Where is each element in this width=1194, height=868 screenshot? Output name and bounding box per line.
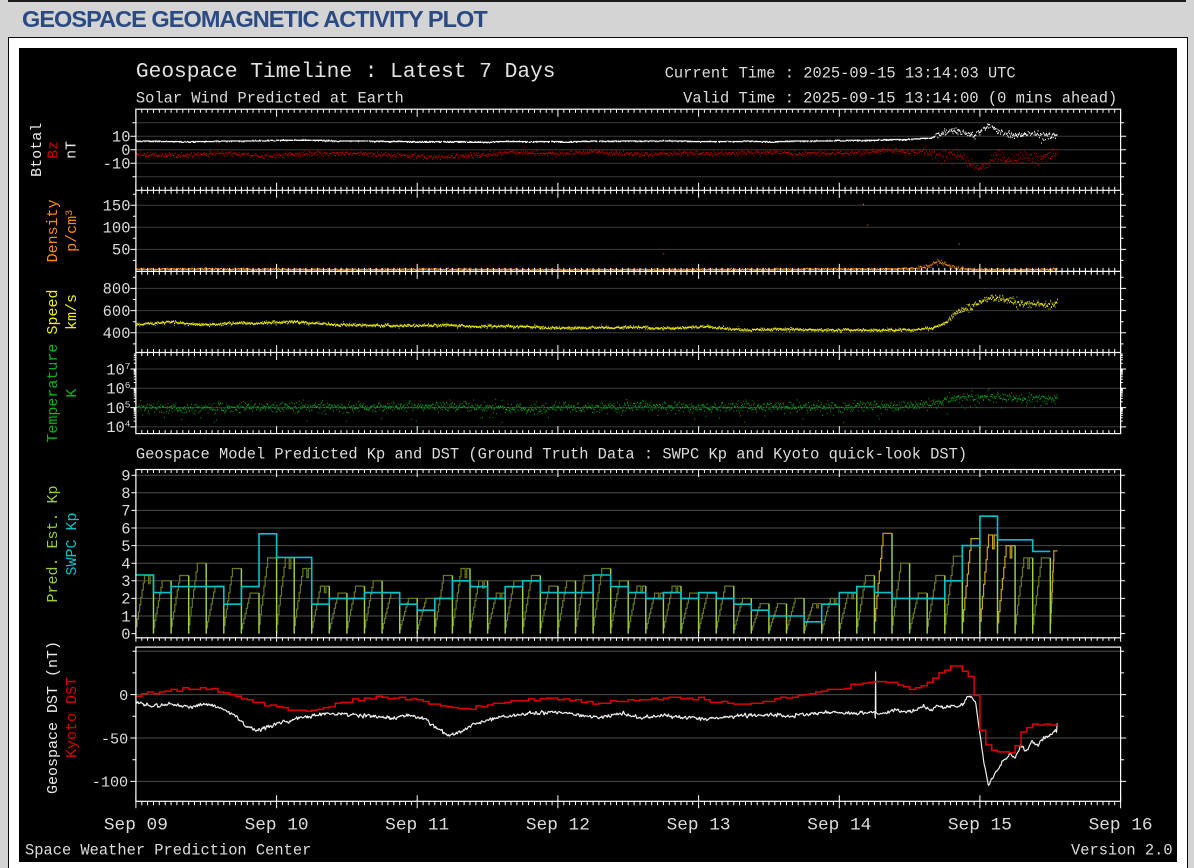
svg-text:Sep 11: Sep 11: [385, 816, 449, 836]
svg-text:Valid Time : 2025-09-15 13:14:: Valid Time : 2025-09-15 13:14:00 (0 mins…: [683, 90, 1117, 108]
svg-text:800: 800: [103, 281, 131, 299]
svg-text:4: 4: [121, 556, 130, 574]
svg-text:Sep 14: Sep 14: [807, 816, 871, 836]
svg-text:Solar Wind Predicted at Earth: Solar Wind Predicted at Earth: [136, 90, 404, 108]
svg-text:0: 0: [119, 687, 128, 705]
svg-text:50: 50: [112, 242, 131, 260]
svg-text:106: 106: [106, 380, 131, 399]
svg-text:-100: -100: [92, 774, 128, 792]
svg-text:Pred. Est. Kp: Pred. Est. Kp: [45, 485, 62, 602]
svg-text:K: K: [64, 389, 81, 398]
svg-text:7: 7: [121, 503, 130, 521]
svg-text:km/s: km/s: [64, 294, 81, 330]
svg-text:Sep 09: Sep 09: [104, 816, 168, 836]
svg-text:Geospace DST (nT): Geospace DST (nT): [45, 641, 62, 794]
svg-text:Sep 15: Sep 15: [948, 816, 1012, 836]
svg-text:-50: -50: [101, 730, 128, 748]
svg-text:-10: -10: [103, 156, 131, 174]
svg-text:100: 100: [103, 220, 131, 238]
svg-text:nT: nT: [64, 141, 81, 159]
svg-text:Kyoto DST: Kyoto DST: [64, 677, 81, 758]
svg-text:Temperature: Temperature: [45, 344, 62, 443]
svg-text:Sep 16: Sep 16: [1089, 816, 1153, 836]
svg-text:400: 400: [103, 325, 131, 343]
svg-text:107: 107: [106, 361, 130, 380]
svg-text:9: 9: [121, 468, 130, 486]
svg-text:Sep 12: Sep 12: [526, 816, 590, 836]
svg-text:2: 2: [121, 591, 130, 609]
svg-text:Space Weather Prediction Cente: Space Weather Prediction Center: [25, 842, 311, 860]
svg-text:Sep 10: Sep 10: [245, 816, 309, 836]
svg-text:105: 105: [106, 399, 131, 418]
svg-text:SWPC Kp: SWPC Kp: [64, 512, 81, 575]
svg-text:104: 104: [106, 419, 131, 438]
svg-text:Bz: Bz: [46, 141, 63, 159]
svg-text:3: 3: [121, 573, 130, 591]
svg-text:8: 8: [121, 485, 130, 503]
svg-text:1: 1: [121, 608, 130, 626]
svg-text:Btotal: Btotal: [29, 123, 46, 177]
svg-text:Version 2.0: Version 2.0: [1071, 842, 1173, 860]
svg-text:5: 5: [121, 538, 130, 556]
svg-text:150: 150: [103, 198, 131, 216]
svg-text:Density: Density: [45, 199, 62, 262]
svg-text:Geospace Timeline : Latest 7 D: Geospace Timeline : Latest 7 Days: [136, 60, 556, 84]
svg-text:Sep 13: Sep 13: [667, 816, 731, 836]
svg-text:600: 600: [103, 303, 131, 321]
svg-text:Geospace Model Predicted Kp an: Geospace Model Predicted Kp and DST (Gro…: [136, 446, 967, 464]
svg-text:p/cm3: p/cm3: [64, 210, 81, 252]
svg-text:Current Time : 2025-09-15 13:1: Current Time : 2025-09-15 13:14:03 UTC: [665, 64, 1016, 82]
svg-text:6: 6: [121, 520, 130, 538]
svg-text:0: 0: [121, 626, 130, 644]
svg-text:Speed: Speed: [45, 289, 62, 334]
